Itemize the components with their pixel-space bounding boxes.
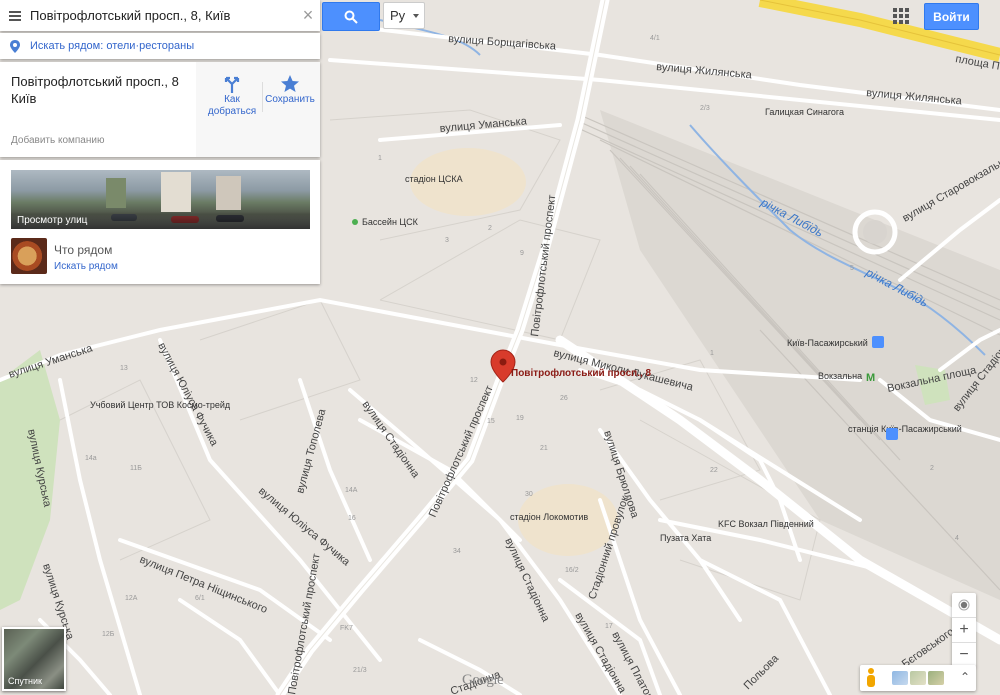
chevron-up-icon[interactable]: ⌃ bbox=[960, 670, 970, 684]
poi-label[interactable]: Галицкая Синагога bbox=[765, 107, 844, 117]
svg-text:4/1: 4/1 bbox=[650, 35, 660, 42]
svg-text:34: 34 bbox=[453, 548, 461, 555]
directions-icon bbox=[224, 76, 240, 93]
nearby-title: Что рядом bbox=[54, 243, 113, 257]
nearby-prefix: Искать рядом: bbox=[30, 40, 104, 52]
language-label: Ру bbox=[390, 8, 406, 23]
poi-label[interactable]: Бассейн ЦСК bbox=[362, 217, 419, 227]
search-button[interactable] bbox=[322, 2, 380, 31]
street-view-thumbnail[interactable]: Просмотр улиц bbox=[11, 170, 310, 229]
search-input[interactable]: Повітрофлотський просп., 8, Київ bbox=[30, 8, 296, 23]
imagery-thumbnail[interactable] bbox=[910, 671, 926, 685]
satellite-toggle[interactable]: Спутник bbox=[2, 627, 66, 691]
svg-text:26: 26 bbox=[560, 395, 568, 402]
svg-text:2/3: 2/3 bbox=[700, 105, 710, 112]
nearby-search-bar: Искать рядом: отели·рестораны bbox=[0, 33, 320, 59]
satellite-label: Спутник bbox=[8, 676, 42, 686]
street-view-label: Просмотр улиц bbox=[11, 212, 310, 229]
svg-text:1: 1 bbox=[710, 350, 714, 357]
poi-label[interactable]: Учбовий Центр ТОВ Космо-трейд bbox=[90, 400, 231, 410]
directions-button[interactable]: Как добраться bbox=[204, 74, 260, 118]
svg-text:14А: 14А bbox=[345, 487, 358, 494]
google-logo: Google bbox=[462, 672, 504, 688]
media-card: Просмотр улиц Что рядом Искать рядом bbox=[0, 160, 320, 284]
zoom-in-button[interactable]: + bbox=[952, 618, 976, 642]
poi-label[interactable]: станція Київ-Пасажирський bbox=[848, 424, 962, 434]
svg-text:30: 30 bbox=[525, 491, 533, 498]
svg-text:15: 15 bbox=[487, 418, 495, 425]
svg-text:12А: 12А bbox=[125, 595, 138, 602]
poi-label[interactable]: стадіон ЦСКА bbox=[405, 174, 463, 184]
poi-label[interactable]: Вокзальна bbox=[818, 371, 862, 381]
pool-icon bbox=[352, 219, 358, 225]
chevron-down-icon bbox=[413, 14, 419, 18]
svg-text:21/3: 21/3 bbox=[353, 667, 367, 674]
pegman-icon[interactable] bbox=[866, 668, 876, 688]
svg-text:14а: 14а bbox=[85, 455, 97, 462]
svg-text:12Б: 12Б bbox=[102, 631, 115, 638]
svg-text:16/2: 16/2 bbox=[565, 567, 579, 574]
poi-label[interactable]: Київ-Пасажирський bbox=[787, 338, 868, 348]
svg-text:5: 5 bbox=[850, 265, 854, 272]
svg-text:3: 3 bbox=[445, 237, 449, 244]
svg-text:21: 21 bbox=[540, 445, 548, 452]
close-icon[interactable]: × bbox=[296, 5, 320, 26]
signin-button[interactable]: Войти bbox=[924, 3, 979, 30]
imagery-thumbnail[interactable] bbox=[928, 671, 944, 685]
svg-text:19: 19 bbox=[516, 415, 524, 422]
train-icon bbox=[886, 428, 898, 440]
svg-text:2: 2 bbox=[930, 465, 934, 472]
poi-label[interactable]: стадіон Локомотив bbox=[510, 512, 588, 522]
add-company-link[interactable]: Добавить компанию bbox=[11, 135, 104, 146]
search-icon bbox=[344, 10, 358, 24]
marker-label: Повітрофлотський просп., 8 bbox=[511, 367, 652, 379]
pin-icon bbox=[0, 39, 30, 53]
imagery-thumbnail[interactable] bbox=[892, 671, 908, 685]
map-controls: + − bbox=[952, 593, 976, 667]
zoom-out-button[interactable]: − bbox=[952, 643, 976, 667]
svg-text:6/1: 6/1 bbox=[195, 595, 205, 602]
nearby-thumbnail[interactable] bbox=[11, 238, 47, 274]
svg-text:4: 4 bbox=[955, 535, 959, 542]
nearby-link[interactable]: Искать рядом bbox=[54, 261, 118, 272]
place-card: Повітрофлотський просп., 8 Київ Добавить… bbox=[0, 62, 320, 157]
search-box[interactable]: Повітрофлотський просп., 8, Київ × bbox=[0, 0, 320, 31]
metro-icon: M bbox=[866, 372, 875, 384]
svg-text:11Б: 11Б bbox=[130, 465, 142, 472]
poi-label[interactable]: Пузата Хата bbox=[660, 533, 711, 543]
svg-text:1: 1 bbox=[378, 155, 382, 162]
svg-text:13: 13 bbox=[120, 365, 128, 372]
menu-icon[interactable] bbox=[0, 0, 30, 31]
imagery-panel: ⌃ bbox=[860, 665, 976, 691]
svg-text:22: 22 bbox=[710, 467, 718, 474]
svg-text:16: 16 bbox=[348, 515, 356, 522]
place-title: Повітрофлотський просп., 8 Київ bbox=[11, 74, 179, 106]
svg-text:12: 12 bbox=[470, 377, 478, 384]
svg-text:9: 9 bbox=[520, 250, 524, 257]
svg-text:FK7: FK7 bbox=[340, 625, 353, 632]
poi-label[interactable]: KFC Вокзал Південний bbox=[718, 519, 814, 529]
train-icon bbox=[872, 336, 884, 348]
svg-text:17: 17 bbox=[605, 623, 613, 630]
save-button[interactable]: Сохранить bbox=[262, 74, 318, 106]
svg-text:2: 2 bbox=[488, 225, 492, 232]
my-location-icon[interactable] bbox=[952, 593, 976, 617]
language-select[interactable]: Ру bbox=[383, 2, 425, 29]
star-icon bbox=[281, 75, 299, 92]
apps-grid-icon[interactable] bbox=[893, 8, 909, 24]
nearby-links[interactable]: отели·рестораны bbox=[106, 40, 194, 52]
